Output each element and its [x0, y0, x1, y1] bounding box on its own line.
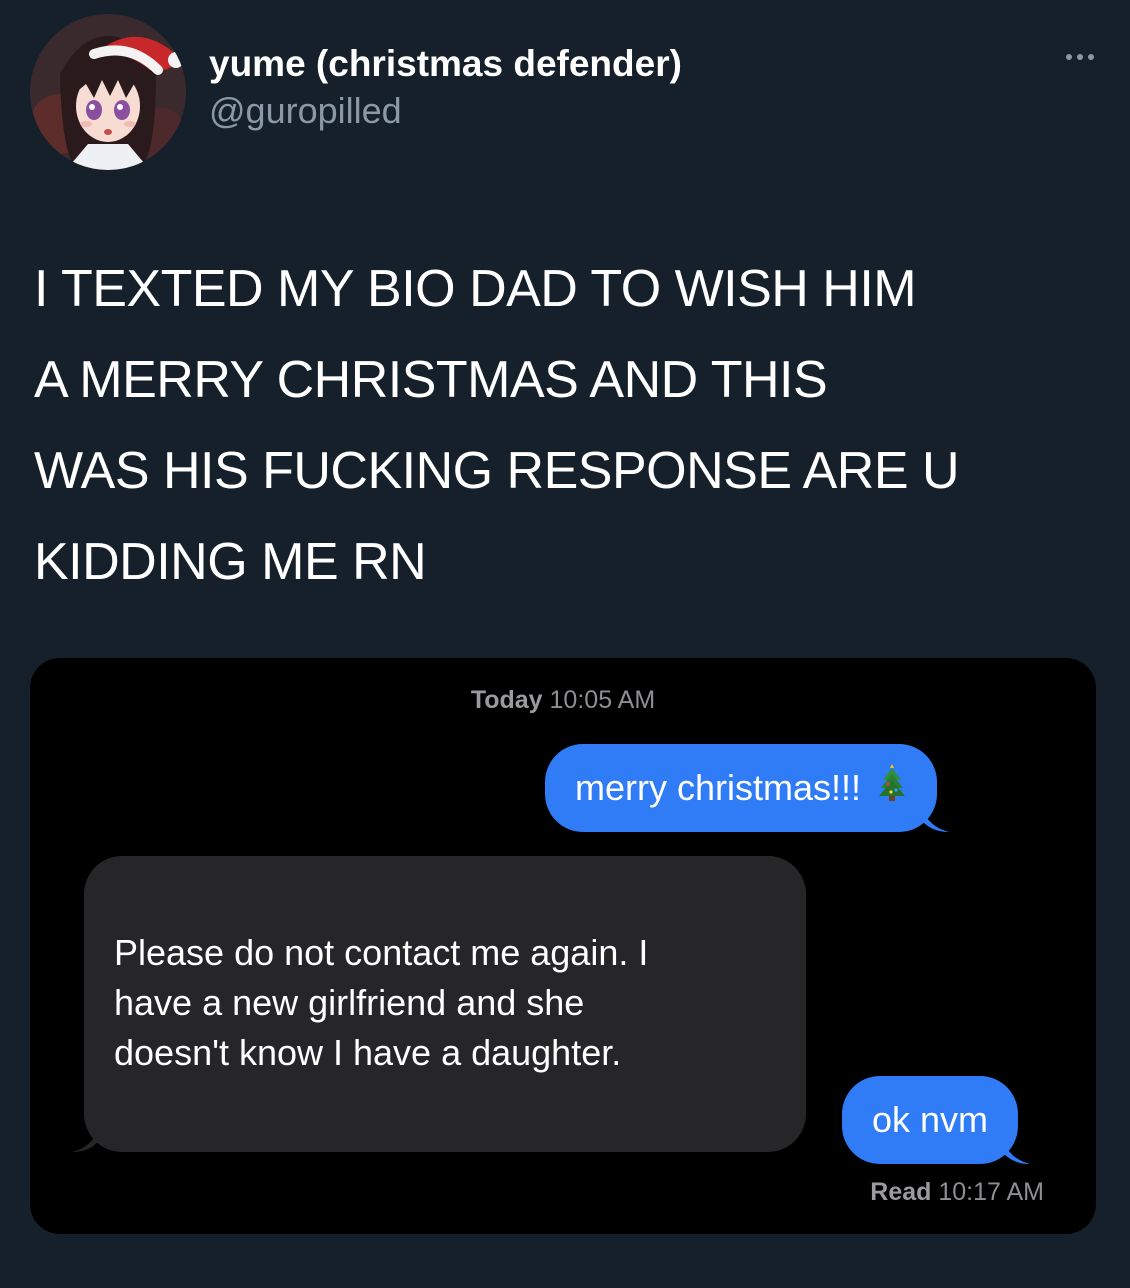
timestamp-time: 10:05 AM [549, 686, 656, 714]
timestamp-day: Today [470, 686, 543, 714]
tweet-author[interactable]: yume (christmas defender) @guropilled [209, 40, 682, 134]
user-handle[interactable]: @guropilled [209, 88, 682, 134]
message-received-bubble: Please do not contact me again. I have a… [72, 856, 806, 1152]
bubble-tail [923, 808, 950, 832]
read-receipt: Read 10:17 AM [870, 1178, 1044, 1207]
more-horizontal-icon[interactable] [1066, 54, 1094, 60]
message-text: ok nvm [872, 1099, 989, 1140]
bubble-tail [1004, 1140, 1031, 1164]
read-time: 10:17 AM [938, 1178, 1044, 1206]
avatar[interactable] [30, 14, 186, 170]
message-text: Please do not contact me again. I have a… [114, 932, 649, 1073]
message-text: merry christmas!!! [575, 767, 862, 808]
attached-screenshot[interactable]: Today 10:05 AM merry christmas!!! Please… [30, 658, 1096, 1234]
more-dot [1088, 54, 1094, 60]
more-dot [1077, 54, 1083, 60]
display-name[interactable]: yume (christmas defender) [209, 40, 682, 88]
christmas-tree-icon [877, 762, 907, 815]
conversation-timestamp: Today 10:05 AM [30, 686, 1096, 715]
read-label: Read [870, 1178, 932, 1206]
message-sent-bubble: merry christmas!!! [545, 744, 950, 832]
bubble-tail [72, 1128, 98, 1152]
more-dot [1066, 54, 1072, 60]
tweet: yume (christmas defender) @guropilled I … [0, 0, 1130, 1288]
message-sent-bubble: ok nvm [842, 1076, 1031, 1164]
tweet-text: I TEXTED MY BIO DAD TO WISH HIM A MERRY … [34, 260, 960, 591]
anime-girl-avatar-icon [30, 14, 186, 170]
